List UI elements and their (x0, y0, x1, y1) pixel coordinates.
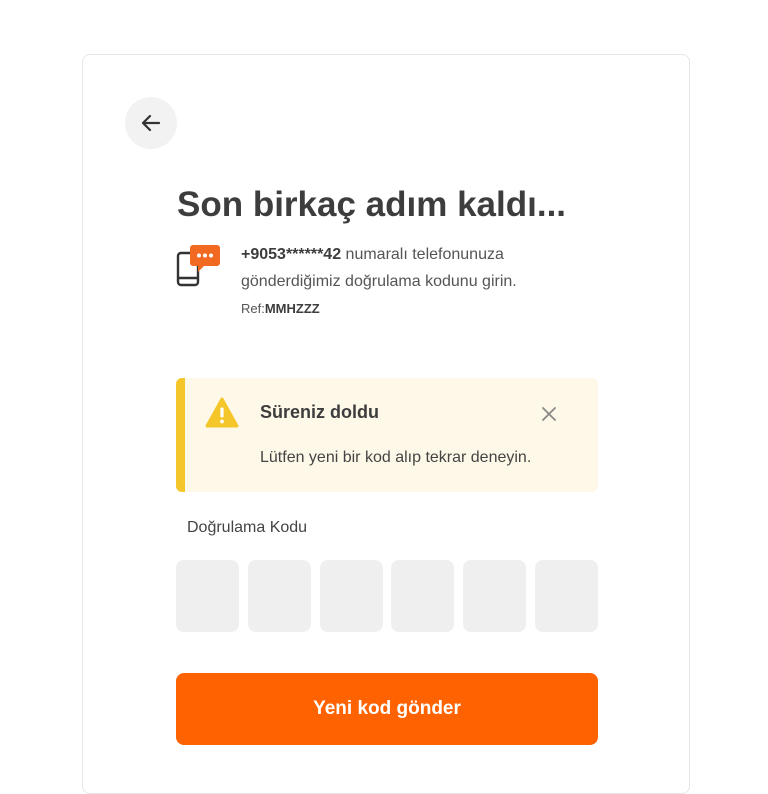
code-digit-6[interactable] (534, 560, 598, 632)
code-digit-3[interactable] (319, 560, 383, 632)
code-digit-4[interactable] (391, 560, 455, 632)
code-label: Doğrulama Kodu (187, 519, 308, 536)
page-title: Son birkaç adım kaldı... (177, 185, 567, 224)
info-line-2: gönderdiğimiz doğrulama kodunu girin. (241, 273, 517, 290)
code-digit-2[interactable] (247, 560, 311, 632)
resend-code-button[interactable]: Yeni kod gönder (176, 673, 598, 745)
info-line-1: +9053******42 numaralı telefonunuza (241, 241, 581, 268)
phone-info-text: +9053******42 numaralı telefonunuza gönd… (241, 241, 581, 295)
warning-triangle-icon (205, 397, 239, 428)
masked-phone-number: +9053******42 (241, 246, 342, 263)
alert-message: Lütfen yeni bir kod alıp tekrar deneyin. (260, 449, 532, 466)
verification-card: Son birkaç adım kaldı... +9053******42 n… (82, 54, 690, 794)
alert-title: Süreniz doldu (260, 402, 379, 422)
back-button[interactable] (125, 97, 177, 149)
code-digit-1[interactable] (176, 560, 239, 632)
close-icon[interactable] (540, 405, 558, 423)
reference-code: Ref:MMHZZZ (241, 301, 320, 316)
ref-value: MMHZZZ (264, 301, 320, 316)
arrow-left-icon (141, 114, 161, 132)
phone-message-icon (176, 245, 220, 287)
expired-alert: Süreniz doldu Lütfen yeni bir kod alıp t… (176, 378, 598, 492)
alert-accent-bar (176, 378, 185, 492)
code-input-group (176, 560, 598, 632)
code-digit-5[interactable] (463, 560, 527, 632)
info-line-1-rest: numaralı telefonunuza (341, 246, 504, 263)
ref-label: Ref: (241, 301, 265, 316)
